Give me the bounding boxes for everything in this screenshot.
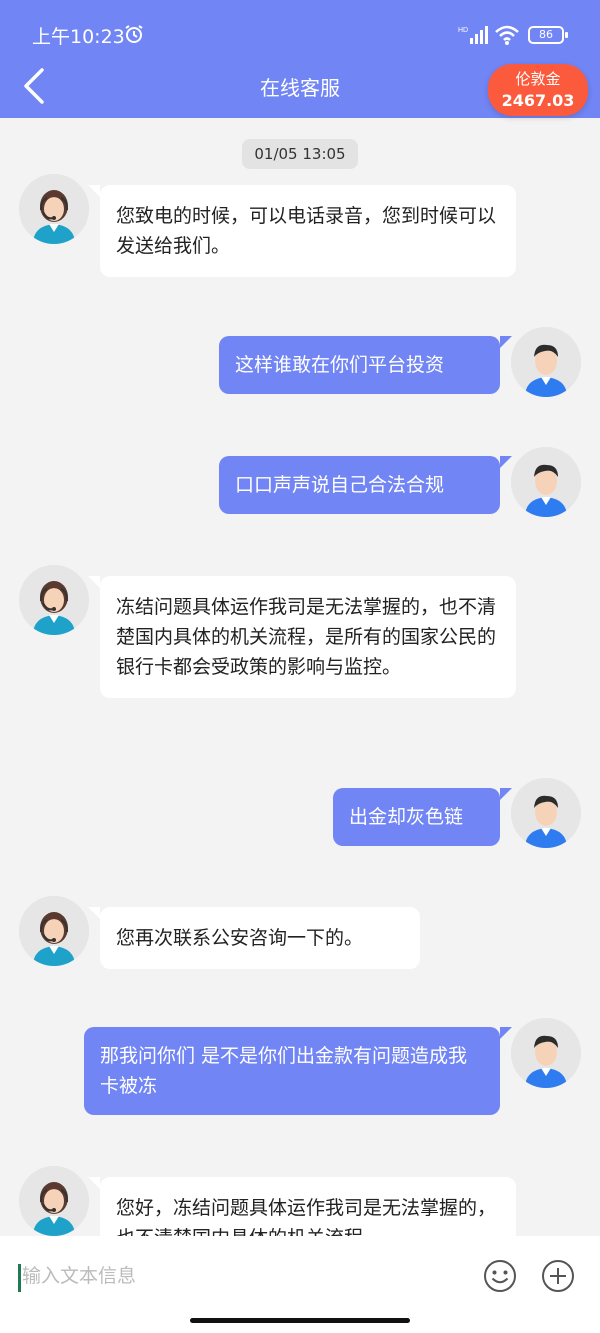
balance-label: 伦敦金 [515,70,561,88]
agent-avatar[interactable] [19,1166,89,1236]
message-bubble-agent: 您好，冻结问题具体运作我司是无法掌握的，也不清楚国内具体的机关流程 [88,1177,516,1236]
message-bubble-agent: 冻结问题具体运作我司是无法掌握的，也不清楚国内具体的机关流程，是所有的国家公民的… [88,576,516,698]
status-bar: 上午10:23 HD 86 [0,0,600,64]
user-avatar-icon [511,327,581,397]
user-avatar-icon [511,778,581,848]
home-indicator[interactable] [190,1318,410,1323]
top-bar: 上午10:23 HD 86 在线客服 伦敦金 2467.03 [0,0,600,118]
message-timestamp: 01/05 13:05 [242,139,358,169]
balance-badge[interactable]: 伦敦金 2467.03 [488,64,588,116]
signal-icon: HD [458,26,488,44]
agent-avatar-icon [19,174,89,244]
balance-value: 2467.03 [501,91,575,110]
message-bubble-user: 口口声声说自己合法合规 [219,456,512,514]
user-avatar-icon [511,447,581,517]
message-bubble-agent: 您致电的时候，可以电话录音，您到时候可以发送给我们。 [88,185,516,277]
user-avatar-icon [511,1018,581,1088]
battery-indicator: 86 [528,26,568,44]
user-avatar[interactable] [511,778,581,848]
message-bubble-user: 这样谁敢在你们平台投资 [219,336,512,394]
agent-avatar-icon [19,565,89,635]
user-avatar[interactable] [511,447,581,517]
user-avatar[interactable] [511,1018,581,1088]
message-bubble-user: 那我问你们 是不是你们出金款有问题造成我卡被冻 [84,1027,512,1115]
agent-avatar[interactable] [19,174,89,244]
message-bubble-agent: 您再次联系公安咨询一下的。 [88,907,420,969]
plus-circle-icon[interactable] [540,1258,576,1294]
alarm-icon [125,25,143,43]
agent-avatar[interactable] [19,565,89,635]
agent-avatar-icon [19,1166,89,1236]
smile-icon[interactable] [482,1258,518,1294]
message-input[interactable]: 输入文本信息 [16,1256,456,1296]
svg-text:HD: HD [458,27,468,34]
chat-area[interactable]: 01/05 13:05 您致电的时候，可以电话录音，您到时候可以发送给我们。 这… [0,118,600,1236]
user-avatar[interactable] [511,327,581,397]
agent-avatar[interactable] [19,896,89,966]
status-time: 上午10:23 [32,26,125,48]
wifi-icon [495,25,519,45]
message-bubble-user: 出金却灰色链 [333,788,512,846]
agent-avatar-icon [19,896,89,966]
